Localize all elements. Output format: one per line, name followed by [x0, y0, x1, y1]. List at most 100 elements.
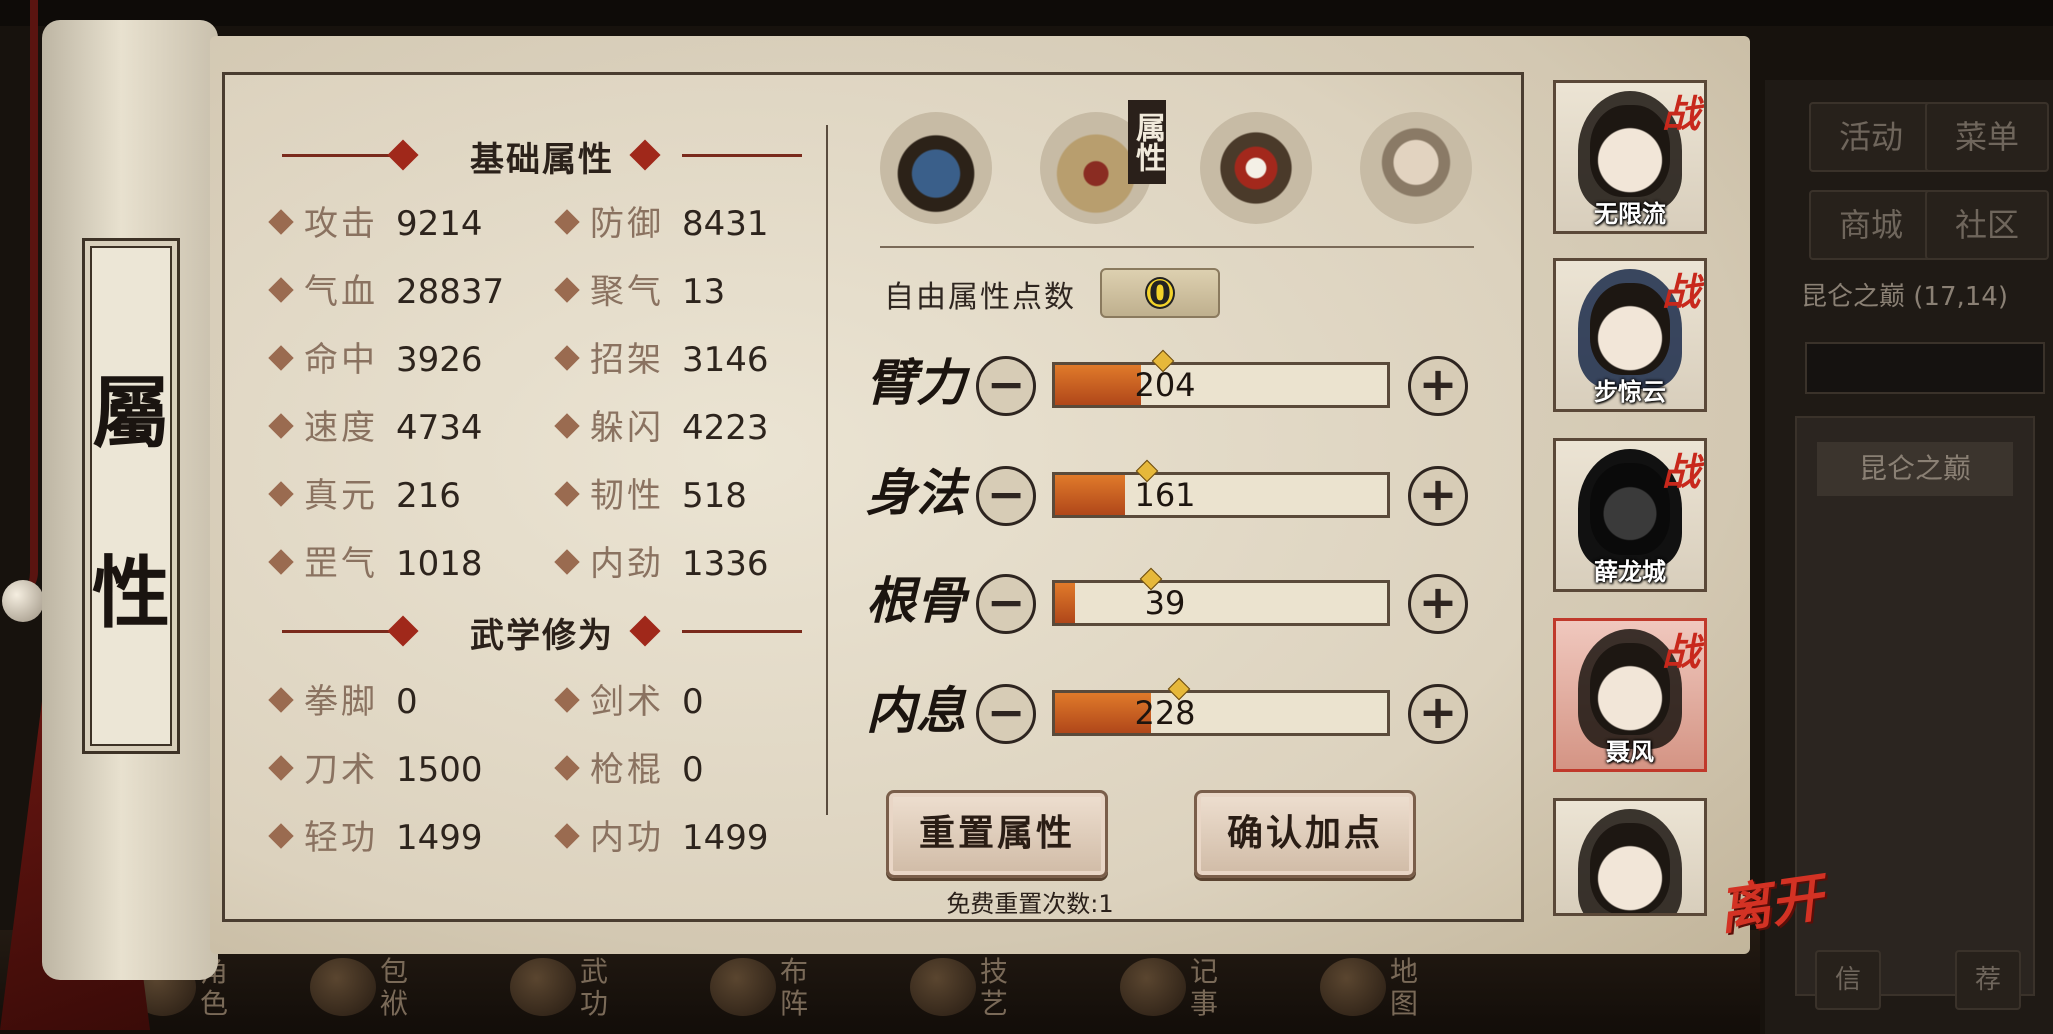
battle-badge: 战	[1661, 449, 1700, 494]
attr-value: 39	[1144, 584, 1186, 622]
plus-button[interactable]: +	[1408, 684, 1468, 744]
scroll-title-label: 屬 性	[82, 238, 180, 754]
nav-label: 包袱	[380, 955, 409, 1020]
active-tab-tag: 属性	[1128, 100, 1166, 184]
nav-label: 布阵	[780, 955, 809, 1020]
member-name: 无限流	[1594, 200, 1666, 228]
portrait-face	[1590, 105, 1670, 197]
stat-parry: 招架 3146	[554, 332, 769, 382]
stat-defense: 防御 8431	[554, 196, 769, 246]
stat-hit: 命中 3926	[268, 332, 483, 382]
member-name: 聂风	[1606, 738, 1654, 766]
stat-true-yuan: 真元 216	[268, 468, 461, 518]
nav-martial[interactable]: 武功	[500, 950, 620, 1030]
minus-button[interactable]: −	[976, 356, 1036, 416]
location-tag[interactable]: 昆仑之巅	[1817, 442, 2013, 496]
portrait-face	[1590, 463, 1670, 555]
skill-blade: 刀术 1500	[268, 742, 483, 792]
skill-fist: 拳脚 0	[268, 674, 418, 724]
plus-button[interactable]: +	[1408, 466, 1468, 526]
skill-inner: 内功 1499	[554, 810, 769, 860]
panel-divider	[826, 125, 828, 815]
confirm-points-button[interactable]: 确认加点	[1194, 790, 1416, 878]
party-member[interactable]: 战无限流	[1553, 80, 1707, 234]
hat-icon[interactable]	[880, 112, 992, 224]
stat-gangqi: 罡气 1018	[268, 536, 483, 586]
location-list: 昆仑之巅	[1795, 416, 2035, 996]
nav-label: 技艺	[980, 955, 1009, 1020]
base-attributes-header: 基础属性	[282, 136, 802, 180]
battle-badge: 战	[1661, 91, 1700, 136]
activity-button[interactable]: 活动	[1809, 102, 1933, 172]
attr-constitution-bar: 39	[1052, 567, 1390, 626]
plus-button[interactable]: +	[1408, 356, 1468, 416]
party-member[interactable]: 战薛龙城	[1553, 438, 1707, 592]
nav-map[interactable]: 地图	[1310, 950, 1430, 1030]
attr-agility-label: 身法	[866, 463, 966, 522]
nav-skill[interactable]: 技艺	[900, 950, 1020, 1030]
minimap-strip	[1805, 342, 2045, 394]
menu-button[interactable]: 菜单	[1925, 102, 2049, 172]
stat-dodge: 躲闪 4223	[554, 400, 769, 450]
party-member[interactable]: 战步惊云	[1553, 258, 1707, 412]
party-member-selected[interactable]: 战聂风	[1553, 618, 1707, 772]
nav-label: 武功	[580, 955, 609, 1020]
member-name: 步惊云	[1594, 378, 1666, 406]
attr-strength-label: 臂力	[866, 353, 966, 412]
free-points-label: 自由属性点数	[884, 280, 1076, 315]
leave-button[interactable]: 离开	[1713, 855, 1826, 944]
recommend-button[interactable]: 荐	[1955, 950, 2021, 1010]
community-button[interactable]: 社区	[1925, 190, 2049, 260]
attr-value: 204	[1134, 366, 1196, 404]
scroll-title-char: 屬	[91, 368, 170, 459]
party-member[interactable]	[1553, 798, 1707, 916]
top-resource-bar	[0, 0, 2053, 26]
minus-button[interactable]: −	[976, 466, 1036, 526]
portrait-face	[1590, 823, 1670, 913]
portrait-face	[1590, 283, 1670, 375]
bagua-icon	[710, 958, 776, 1016]
stat-toughness: 韧性 518	[554, 468, 747, 518]
attr-breath-bar: 228	[1052, 677, 1390, 736]
martial-skills-header: 武学修为	[282, 612, 802, 656]
skill-sword: 剑术 0	[554, 674, 704, 724]
stat-attack: 攻击 9214	[268, 196, 483, 246]
nav-journal[interactable]: 记事	[1110, 950, 1230, 1030]
body-icon[interactable]	[1360, 112, 1472, 224]
member-name: 薛龙城	[1594, 558, 1666, 586]
journal-icon	[1120, 958, 1186, 1016]
tassel-cord	[10, 0, 38, 600]
reset-attributes-button[interactable]: 重置属性	[886, 790, 1108, 878]
minus-button[interactable]: −	[976, 684, 1036, 744]
bead	[2, 580, 44, 622]
nav-bag[interactable]: 包袱	[300, 950, 420, 1030]
attr-agility-bar: 161	[1052, 459, 1390, 518]
location-text: 昆仑之巅 (17,14)	[1801, 282, 2008, 312]
minus-button[interactable]: −	[976, 574, 1036, 634]
attr-strength-bar: 204	[1052, 349, 1390, 408]
plus-button[interactable]: +	[1408, 574, 1468, 634]
tab-divider	[880, 246, 1474, 248]
nav-formation[interactable]: 布阵	[700, 950, 820, 1030]
map-icon	[1320, 958, 1386, 1016]
stat-inner-force: 内劲 1336	[554, 536, 769, 586]
reset-count-text: 免费重置次数:1	[946, 890, 1114, 918]
shop-button[interactable]: 商城	[1809, 190, 1933, 260]
section-title: 武学修为	[470, 616, 614, 656]
mail-button[interactable]: 信	[1815, 950, 1881, 1010]
stat-qi: 聚气 13	[554, 264, 725, 314]
attr-constitution-label: 根骨	[866, 571, 966, 630]
gourd-icon	[910, 958, 976, 1016]
attr-breath-label: 内息	[866, 681, 966, 740]
battle-badge: 战	[1661, 269, 1700, 314]
free-points-value: 0	[1100, 268, 1220, 318]
attr-value: 161	[1134, 476, 1196, 514]
book-icon	[510, 958, 576, 1016]
battle-badge: 战	[1661, 629, 1700, 674]
scroll-title-char: 性	[91, 548, 170, 639]
bagua-icon[interactable]	[1200, 112, 1312, 224]
attr-value: 228	[1134, 694, 1196, 732]
nav-label: 地图	[1390, 955, 1419, 1020]
skill-spear: 枪棍 0	[554, 742, 704, 792]
bag-icon	[310, 958, 376, 1016]
